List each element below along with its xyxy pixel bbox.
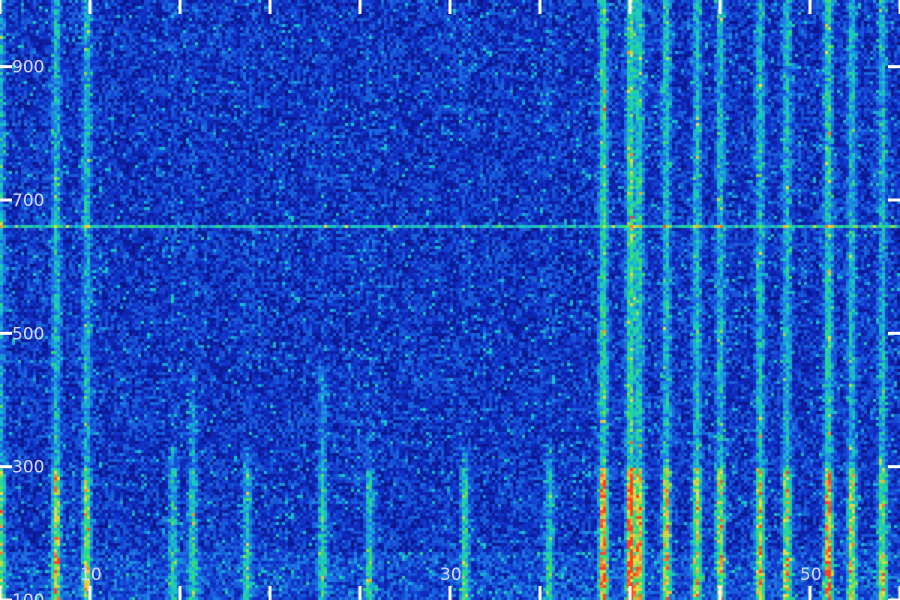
spectrogram-chart: 10 30 50 100 300 500 700 900	[0, 0, 900, 600]
y-axis-ticks: 100 300 500 700 900	[0, 58, 900, 600]
y-tick-label: 700	[12, 191, 44, 211]
axis-overlay: 10 30 50 100 300 500 700 900	[0, 0, 900, 600]
y-tick-label: 300	[12, 458, 44, 478]
x-tick-label: 50	[800, 565, 822, 585]
x-axis-ticks: 10 30 50	[0, 0, 900, 600]
x-tick-label: 10	[80, 565, 102, 585]
y-tick-label: 100	[12, 591, 44, 600]
y-tick-label: 500	[12, 324, 44, 344]
y-tick-label: 900	[12, 58, 44, 78]
x-tick-label: 30	[440, 565, 462, 585]
